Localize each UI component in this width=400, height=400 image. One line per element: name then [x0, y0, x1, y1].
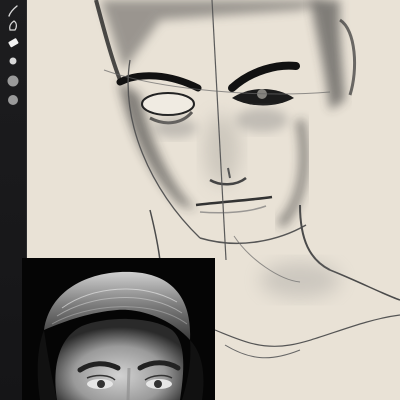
eraser-icon[interactable]: [4, 34, 22, 52]
smudge-icon[interactable]: [4, 16, 22, 34]
opacity-swatch-icon[interactable]: [4, 91, 22, 109]
reference-photo[interactable]: [22, 258, 215, 400]
color-swatch-icon[interactable]: [4, 72, 22, 90]
brush-size-icon[interactable]: [4, 52, 22, 70]
